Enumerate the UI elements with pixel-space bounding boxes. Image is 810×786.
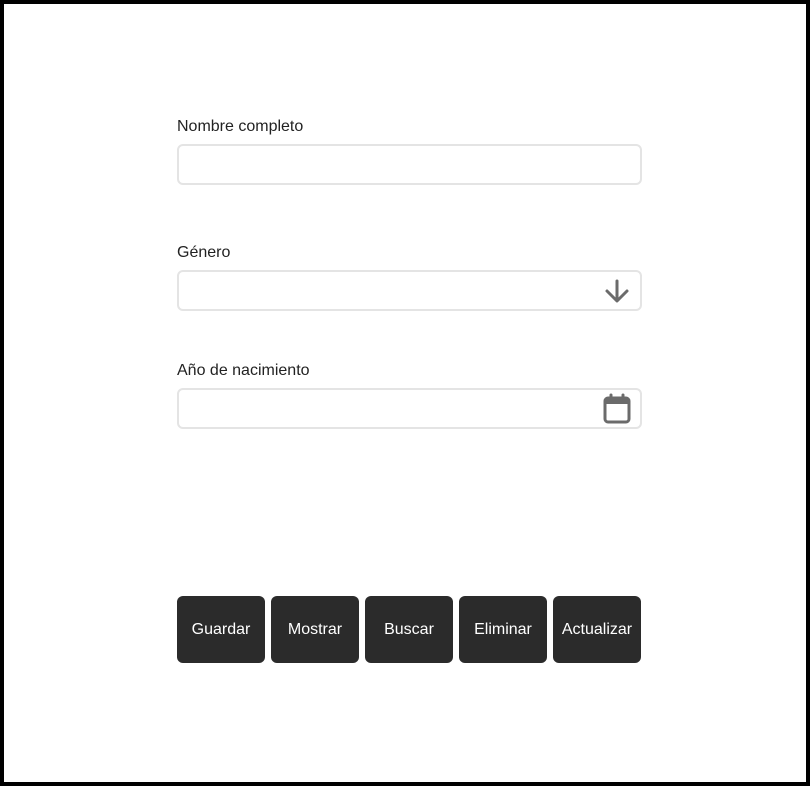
calendar-icon[interactable] xyxy=(602,393,632,424)
update-button[interactable]: Actualizar xyxy=(553,596,641,663)
gender-label: Género xyxy=(177,244,231,261)
save-button[interactable]: Guardar xyxy=(177,596,265,663)
arrow-down-icon[interactable] xyxy=(602,276,632,306)
action-buttons: Guardar Mostrar Buscar Eliminar Actualiz… xyxy=(177,596,641,663)
search-button[interactable]: Buscar xyxy=(365,596,453,663)
delete-button[interactable]: Eliminar xyxy=(459,596,547,663)
gender-input[interactable] xyxy=(179,272,640,309)
birth-year-field[interactable] xyxy=(177,388,642,429)
birth-year-input[interactable] xyxy=(179,390,640,427)
full-name-label: Nombre completo xyxy=(177,118,304,135)
birth-year-label: Año de nacimiento xyxy=(177,362,310,379)
app-window: Nombre completo Género Año de nacimiento… xyxy=(0,0,810,786)
gender-select[interactable] xyxy=(177,270,642,311)
full-name-input[interactable] xyxy=(179,146,640,183)
full-name-field[interactable] xyxy=(177,144,642,185)
show-button[interactable]: Mostrar xyxy=(271,596,359,663)
